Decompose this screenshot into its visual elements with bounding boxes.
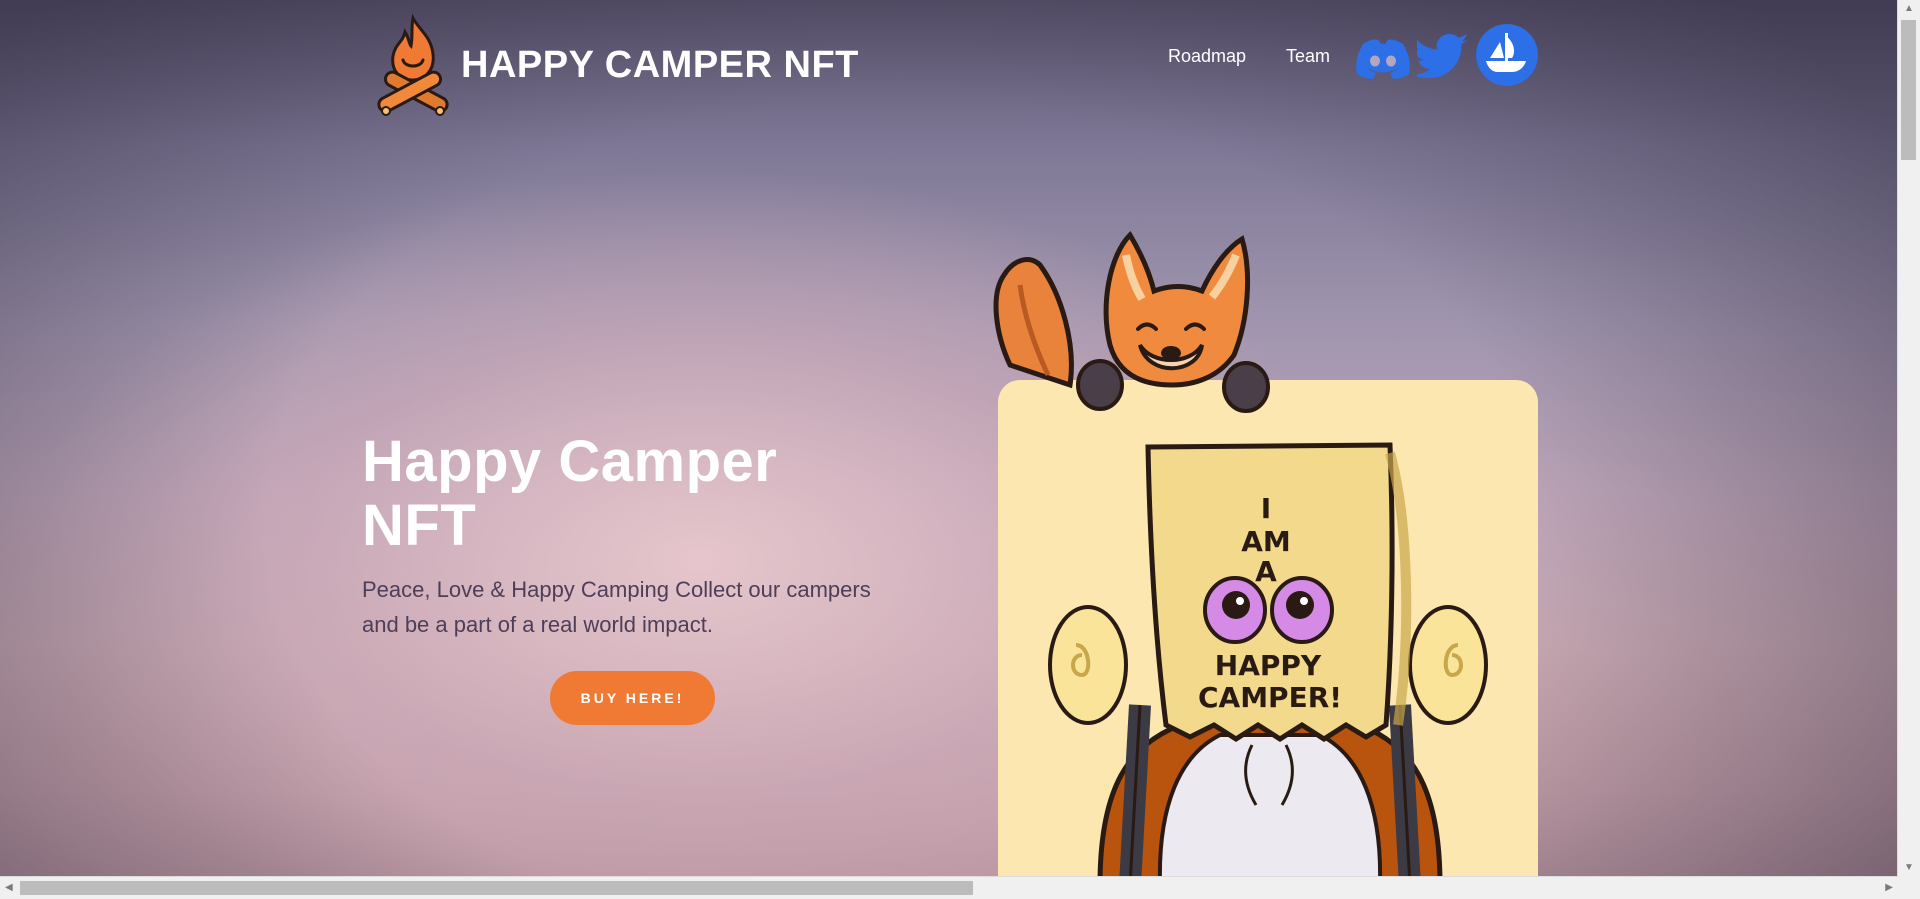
nav-link-team[interactable]: Team: [1286, 46, 1330, 67]
bag-text-line-2: AM: [1241, 525, 1291, 558]
twitter-icon[interactable]: [1417, 34, 1471, 82]
brand-name[interactable]: HAPPY CAMPER NFT: [461, 44, 859, 87]
scroll-up-icon[interactable]: ▲: [1904, 4, 1914, 14]
scrollbar-corner: [1898, 877, 1920, 899]
bag-text-line-1: I: [1261, 492, 1271, 525]
horizontal-scrollbar[interactable]: ◀ ▶: [0, 876, 1898, 899]
bag-text-line-4: HAPPY: [1215, 649, 1322, 682]
buy-here-button[interactable]: BUY HERE!: [550, 671, 715, 725]
campfire-logo-icon[interactable]: [375, 14, 451, 120]
page: HAPPY CAMPER NFT Roadmap Team Happy Camp…: [0, 0, 1898, 877]
bag-text-line-5: CAMPER!: [1198, 681, 1342, 714]
nav-link-roadmap[interactable]: Roadmap: [1168, 46, 1246, 67]
scroll-right-icon[interactable]: ▶: [1885, 883, 1893, 893]
scroll-left-icon[interactable]: ◀: [5, 883, 13, 893]
bag-text-line-3: A: [1255, 555, 1277, 588]
hero-subtitle: Peace, Love & Happy Camping Collect our …: [362, 577, 871, 637]
happy-camper-artwork: I AM A HAPPY CAMPER!: [993, 230, 1538, 877]
opensea-icon[interactable]: [1476, 24, 1538, 86]
vertical-scroll-thumb[interactable]: [1901, 20, 1916, 160]
scroll-down-icon[interactable]: ▼: [1904, 863, 1914, 873]
vertical-scrollbar[interactable]: ▲ ▼: [1897, 0, 1920, 877]
site-header: HAPPY CAMPER NFT Roadmap Team: [375, 14, 1538, 124]
discord-icon[interactable]: [1355, 36, 1411, 80]
hero-title: Happy Camper NFT: [362, 429, 778, 558]
horizontal-scroll-thumb[interactable]: [20, 881, 973, 895]
background-vignette: [0, 0, 1898, 877]
